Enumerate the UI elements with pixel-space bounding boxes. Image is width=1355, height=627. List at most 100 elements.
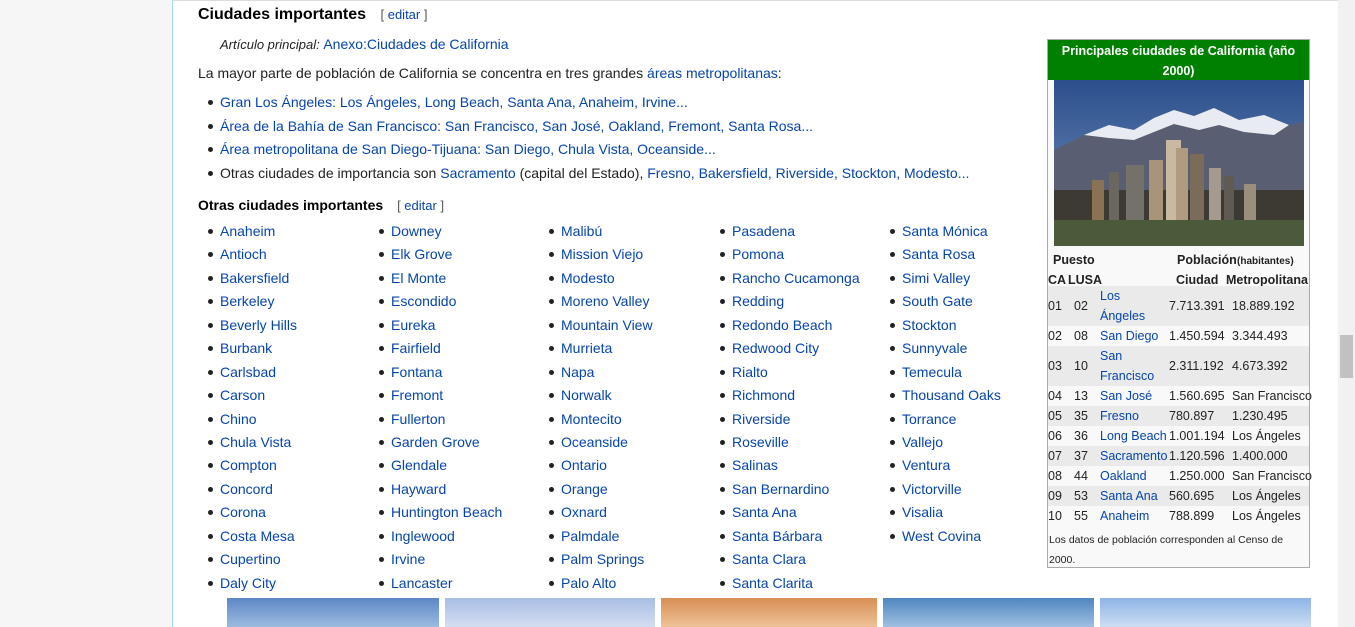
city-link[interactable]: Concord <box>220 481 273 497</box>
city-link[interactable]: Rialto <box>732 364 768 380</box>
city-link[interactable]: Malibú <box>561 223 602 239</box>
city-link[interactable]: Glendale <box>391 457 447 473</box>
city-link[interactable]: Bakersfield <box>220 270 289 286</box>
sacramento-link[interactable]: Sacramento <box>440 165 515 181</box>
city-link[interactable]: Eureka <box>391 317 435 333</box>
city-link[interactable]: Anaheim <box>1100 506 1149 526</box>
metro-link[interactable]: Área de la Bahía de San Francisco <box>220 118 437 134</box>
city-link[interactable]: Oakland <box>1100 466 1147 486</box>
city-link[interactable]: Antioch <box>220 246 267 262</box>
city-link[interactable]: West Covina <box>902 528 981 544</box>
city-link[interactable]: Chino <box>220 411 257 427</box>
city-link[interactable]: Santa Ana <box>1100 486 1158 506</box>
city-link[interactable]: Mountain View <box>561 317 653 333</box>
city-link[interactable]: El Monte <box>391 270 446 286</box>
city-link[interactable]: Visalia <box>902 504 943 520</box>
city-link[interactable]: Fremont <box>391 387 443 403</box>
city-link[interactable]: Riverside <box>732 411 790 427</box>
city-link[interactable]: Fontana <box>391 364 442 380</box>
los-angeles-skyline-image[interactable] <box>1053 80 1304 246</box>
city-link[interactable]: Stockton <box>902 317 956 333</box>
city-link[interactable]: Elk Grove <box>391 246 452 262</box>
edit-link[interactable]: editar <box>404 198 437 213</box>
city-link[interactable]: Ontario <box>561 457 607 473</box>
city-link[interactable]: Huntington Beach <box>391 504 502 520</box>
city-link[interactable]: South Gate <box>902 293 973 309</box>
city-link[interactable]: Thousand Oaks <box>902 387 1001 403</box>
city-link[interactable]: Los Ángeles <box>1100 286 1160 326</box>
city-link[interactable]: Torrance <box>902 411 956 427</box>
metro-link[interactable]: Área metropolitana de San Diego-Tijuana <box>220 141 477 157</box>
city-link[interactable]: Hayward <box>391 481 446 497</box>
scrollbar-thumb[interactable] <box>1340 335 1353 378</box>
city-link[interactable]: Norwalk <box>561 387 612 403</box>
city-link[interactable]: Napa <box>561 364 594 380</box>
city-link[interactable]: San Bernardino <box>732 481 829 497</box>
city-link[interactable]: Redwood City <box>732 340 819 356</box>
city-link[interactable]: Vallejo <box>902 434 943 450</box>
city-link[interactable]: Redondo Beach <box>732 317 832 333</box>
city-link[interactable]: Simi Valley <box>902 270 970 286</box>
city-link[interactable]: Palmdale <box>561 528 619 544</box>
city-link[interactable]: Burbank <box>220 340 272 356</box>
gallery-image-5[interactable] <box>1100 598 1311 627</box>
city-link[interactable]: Oceanside <box>561 434 628 450</box>
city-link[interactable]: Santa Ana <box>732 504 797 520</box>
city-link[interactable]: Long Beach <box>1100 426 1167 446</box>
city-link[interactable]: Santa Rosa <box>902 246 975 262</box>
city-link[interactable]: Sacramento <box>1100 446 1167 466</box>
city-link[interactable]: Cupertino <box>220 551 281 567</box>
city-link[interactable]: Fullerton <box>391 411 445 427</box>
intro-link[interactable]: áreas metropolitanas <box>647 65 778 81</box>
city-link[interactable]: Carlsbad <box>220 364 276 380</box>
metro-cities[interactable]: : Los Ángeles, Long Beach, Santa Ana, An… <box>332 94 688 110</box>
city-link[interactable]: Downey <box>391 223 442 239</box>
city-link[interactable]: Daly City <box>220 575 276 591</box>
city-link[interactable]: Palm Springs <box>561 551 644 567</box>
city-link[interactable]: Chula Vista <box>220 434 291 450</box>
other-cities-link[interactable]: Fresno, Bakersfield, Riverside, Stockton… <box>647 165 969 181</box>
city-link[interactable]: Fairfield <box>391 340 441 356</box>
city-link[interactable]: Pomona <box>732 246 784 262</box>
city-link[interactable]: Roseville <box>732 434 789 450</box>
city-link[interactable]: Pasadena <box>732 223 795 239</box>
gallery-image-3[interactable] <box>661 598 877 627</box>
city-link[interactable]: Garden Grove <box>391 434 480 450</box>
city-link[interactable]: Compton <box>220 457 277 473</box>
city-link[interactable]: Richmond <box>732 387 795 403</box>
metro-link[interactable]: Gran Los Ángeles <box>220 94 332 110</box>
city-link[interactable]: Santa Bárbara <box>732 528 822 544</box>
gallery-image-4[interactable] <box>883 598 1094 627</box>
hatnote-link[interactable]: Anexo:Ciudades de California <box>323 36 508 52</box>
gallery-image-2[interactable] <box>445 598 655 627</box>
city-link[interactable]: Montecito <box>561 411 622 427</box>
city-link[interactable]: Victorville <box>902 481 962 497</box>
city-link[interactable]: Orange <box>561 481 608 497</box>
city-link[interactable]: Oxnard <box>561 504 607 520</box>
city-link[interactable]: Rancho Cucamonga <box>732 270 860 286</box>
city-link[interactable]: Costa Mesa <box>220 528 295 544</box>
edit-link[interactable]: editar <box>388 7 421 22</box>
city-link[interactable]: Berkeley <box>220 293 274 309</box>
metro-cities[interactable]: : San Diego, Chula Vista, Oceanside... <box>477 141 716 157</box>
city-link[interactable]: Irvine <box>391 551 425 567</box>
city-link[interactable]: Temecula <box>902 364 962 380</box>
city-link[interactable]: Modesto <box>561 270 615 286</box>
city-link[interactable]: Inglewood <box>391 528 455 544</box>
city-link[interactable]: Sunnyvale <box>902 340 967 356</box>
city-link[interactable]: Santa Mónica <box>902 223 988 239</box>
city-link[interactable]: Escondido <box>391 293 456 309</box>
city-link[interactable]: Mission Viejo <box>561 246 643 262</box>
gallery-image-1[interactable] <box>227 598 439 627</box>
city-link[interactable]: Palo Alto <box>561 575 616 591</box>
city-link[interactable]: Murrieta <box>561 340 612 356</box>
city-link[interactable]: Ventura <box>902 457 950 473</box>
metro-cities[interactable]: : San Francisco, San José, Oakland, Frem… <box>437 118 813 134</box>
city-link[interactable]: Redding <box>732 293 784 309</box>
city-link[interactable]: Carson <box>220 387 265 403</box>
city-link[interactable]: Beverly Hills <box>220 317 297 333</box>
city-link[interactable]: Santa Clarita <box>732 575 813 591</box>
city-link[interactable]: Santa Clara <box>732 551 806 567</box>
city-link[interactable]: Moreno Valley <box>561 293 649 309</box>
scrollbar[interactable] <box>1338 0 1355 627</box>
